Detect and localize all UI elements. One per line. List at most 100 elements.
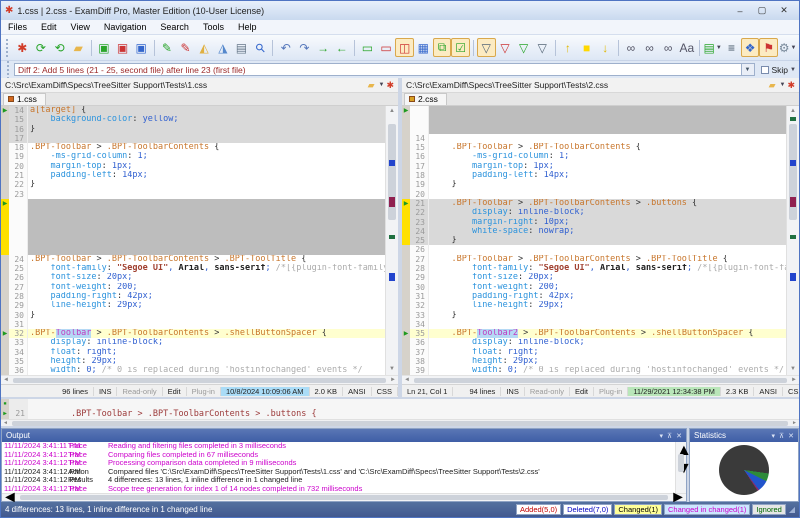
file-path-bar[interactable]: C:\Src\ExamDiff\Specs\TreeSitter Support… [1,78,398,93]
horizontal-scrollbar[interactable]: ◄► [402,375,799,384]
code-line[interactable]: 22 display: inline-block; [410,208,786,217]
code-line[interactable]: 34 [410,320,786,329]
options-icon[interactable]: ⚙▼ [778,38,797,57]
code-line[interactable] [410,125,786,134]
find-next-icon[interactable]: ∞ [640,38,659,57]
table-view-icon[interactable]: ▦ [414,38,433,57]
output-pin-icon[interactable]: ⊼ [667,432,672,440]
file-tab[interactable]: 2.css [404,93,447,105]
diff-marker-icon[interactable]: ▶ [3,331,8,337]
code-line[interactable]: 32 line-height: 29px; [410,301,786,310]
code-line[interactable]: 31 [9,320,385,329]
code-line[interactable] [9,236,385,245]
scroll-right-icon[interactable]: ► [789,377,799,383]
file-tab[interactable]: 1.css [3,93,46,105]
diff-count-badge[interactable]: Ignored [752,504,785,515]
minimize-button[interactable]: – [729,6,751,16]
recompare-swapped-icon[interactable]: ⟲ [50,38,69,57]
code-line[interactable]: 15 background-color: yellow; [9,115,385,124]
vertical-scrollbar[interactable]: ▲▼ [786,106,799,375]
resize-grip[interactable]: ◢ [789,505,795,514]
code-line[interactable] [9,227,385,236]
edit-first-file-icon[interactable]: ✎ [158,38,177,57]
filter-all-diffs-icon[interactable]: ▽ [477,38,496,57]
filter-deleted-icon[interactable]: ▽ [496,38,515,57]
first-file-icon[interactable]: ◭ [195,38,214,57]
code-line[interactable]: 23 margin-right: 10px; [410,218,786,227]
current-diff-line[interactable]: ▪ [1,399,799,409]
horizontal-scrollbar[interactable]: ◄► [1,375,398,384]
code-line[interactable]: 18 padding-left: 14px; [410,171,786,180]
previous-diff-icon[interactable]: ↑ [559,38,578,57]
filter-changed-icon[interactable]: ▽ [533,38,552,57]
report-icon[interactable]: ⚑ [759,38,778,57]
code-line[interactable]: 37 float: right; [410,348,786,357]
code-line[interactable]: 26 [410,245,786,254]
scroll-right-icon[interactable]: ► [388,377,398,383]
code-line[interactable] [9,199,385,208]
output-log-row[interactable]: 11/11/2024 3:41:12 PMResults4 difference… [2,476,675,485]
output-dropdown-icon[interactable]: ▾ [659,432,663,440]
output-log-row[interactable]: 11/11/2024 3:41:11 PMTraceReading and fi… [2,442,675,451]
redo-icon[interactable]: ↷ [295,38,314,57]
code-line[interactable]: 16 -ms-grid-column: 1; [410,152,786,161]
code-line[interactable]: 27 font-weight: 200; [9,283,385,292]
statistics-dropdown-icon[interactable]: ▾ [771,432,775,440]
scroll-down-icon[interactable]: ▼ [386,364,398,375]
diff-marker-icon[interactable]: ▶ [404,201,409,207]
scroll-up-icon[interactable]: ▲ [386,106,398,117]
code-line[interactable]: 15 .BPT-Toolbar > .BPT-ToolbarContents { [410,143,786,152]
prev-difference-arrow-icon[interactable]: ← [332,38,351,57]
menu-search[interactable]: Search [153,21,196,33]
current-diff-horizontal-scrollbar[interactable]: ◄► [1,419,799,426]
code-line[interactable]: 33 display: inline-block; [9,338,385,347]
output-horizontal-scrollbar[interactable]: ◄ ► [2,493,686,501]
code-line[interactable]: 25 } [410,236,786,245]
diff-marker-icon[interactable]: ▶ [404,108,409,114]
open-files-icon[interactable]: ▰ [69,38,88,57]
split-view-icon[interactable]: ◫ [395,38,414,57]
scroll-up-icon[interactable]: ▲ [787,106,799,117]
scroll-down-icon[interactable]: ▼ [787,364,799,375]
output-log-row[interactable]: 11/11/2024 3:41:12 PMTraceScope tree gen… [2,485,675,493]
code-line[interactable]: 21 .BPT-Toolbar > .BPT-ToolbarContents >… [410,199,786,208]
diffbar-grip[interactable] [7,61,11,79]
code-line[interactable] [410,115,786,124]
show-second-pane-icon[interactable]: ▭ [377,38,396,57]
code-line[interactable]: 38 height: 29px; [410,357,786,366]
code-line[interactable]: 23 [9,190,385,199]
open-folder-icon[interactable]: ▰ [769,80,776,91]
print-icon[interactable]: ▤ [232,38,251,57]
code-line[interactable]: 29 line-height: 29px; [9,301,385,310]
diff-marker-icon[interactable]: ▶ [3,201,8,207]
skip-checkbox-box[interactable] [761,66,769,74]
current-diff-icon[interactable]: ■ [577,38,596,57]
code-line[interactable]: 26 font-size: 20px; [9,273,385,282]
code-line[interactable]: 25 font-family: "Segoe UI", Arial, sans-… [9,264,385,273]
line-inspector-icon[interactable]: ▤▼ [703,38,722,57]
menu-navigation[interactable]: Navigation [97,21,154,33]
code-line[interactable] [9,208,385,217]
scroll-left-icon[interactable]: ◄ [402,377,412,383]
menu-files[interactable]: Files [1,21,34,33]
search-icon[interactable]: ⚲ [251,38,270,57]
output-close-icon[interactable]: ✕ [676,432,682,440]
recompare-icon[interactable]: ⟳ [32,38,51,57]
undo-icon[interactable]: ↶ [276,38,295,57]
code-line[interactable]: 24 white-space: nowrap; [410,227,786,236]
show-checkboxes-icon[interactable]: ☑ [451,38,470,57]
code-line[interactable]: 28 padding-right: 42px; [9,292,385,301]
match-case-icon[interactable]: Aa [678,38,697,57]
code-line[interactable]: 31 padding-right: 42px; [410,292,786,301]
sync-scrolling-icon[interactable]: ⧉ [433,38,452,57]
filter-added-icon[interactable]: ▽ [514,38,533,57]
code-line[interactable]: 29 font-size: 20px; [410,273,786,282]
edit-second-file-icon[interactable]: ✎ [176,38,195,57]
code-line[interactable]: 14a[target] { [9,106,385,115]
code-line[interactable]: 33 } [410,311,786,320]
code-line[interactable]: 36 display: inline-block; [410,338,786,347]
menu-help[interactable]: Help [231,21,264,33]
toolbar-grip[interactable] [6,39,10,57]
path-dropdown-icon[interactable]: ▼ [379,82,385,88]
current-diff-line[interactable]: ▶21 .BPT-Toolbar > .BPT-ToolbarContents … [1,409,799,419]
